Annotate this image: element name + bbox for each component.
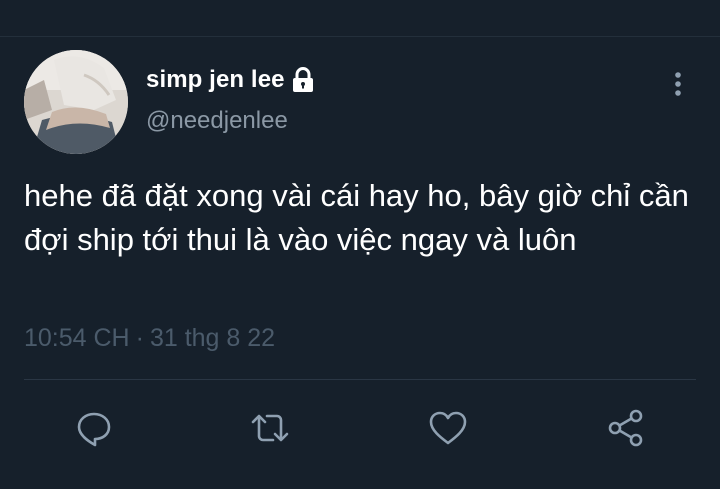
actions-divider: [24, 379, 696, 380]
more-vertical-icon[interactable]: [664, 70, 692, 98]
retweet-button[interactable]: [246, 404, 294, 452]
reply-button[interactable]: [70, 404, 118, 452]
avatar-image: [24, 50, 128, 154]
display-name[interactable]: simp jen lee: [146, 66, 285, 94]
like-button[interactable]: [424, 404, 472, 452]
lock-icon: [291, 67, 315, 93]
tweet-text: hehe đã đặt xong vài cái hay ho, bây giờ…: [24, 178, 698, 257]
action-bar: [0, 404, 720, 452]
handle[interactable]: @needjenlee: [146, 107, 288, 135]
tweet-time: 10:54 CH: [24, 324, 130, 352]
tweet-date: 31 thg 8 22: [149, 324, 276, 352]
like-icon: [429, 411, 467, 445]
tweet-meta: 10:54 CH · 31 thg 8 22: [24, 324, 275, 353]
top-divider: [0, 36, 720, 37]
share-button[interactable]: [602, 404, 650, 452]
avatar[interactable]: [24, 50, 128, 154]
meta-separator: ·: [135, 324, 144, 352]
name-row: simp jen lee: [146, 63, 315, 97]
reply-icon: [77, 412, 111, 447]
share-icon: [608, 409, 643, 447]
retweet-icon: [251, 414, 289, 442]
